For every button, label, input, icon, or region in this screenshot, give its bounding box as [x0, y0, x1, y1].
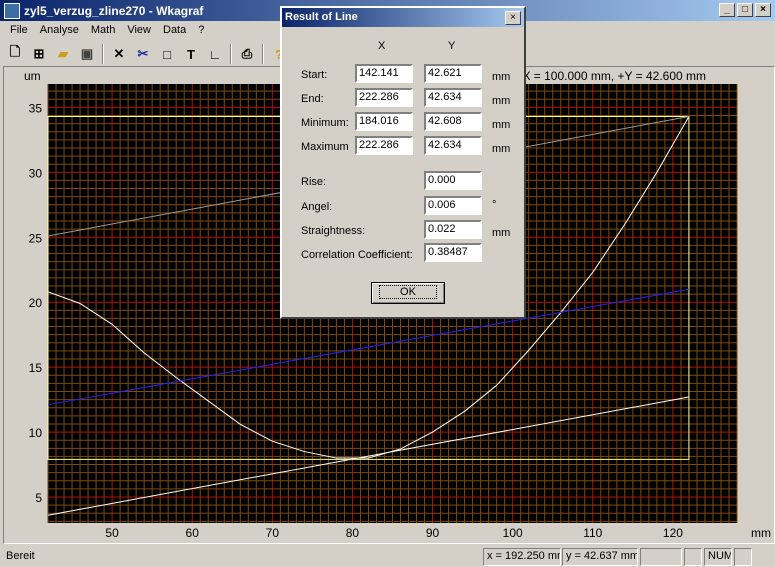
y-tick-label: 15 — [29, 361, 43, 375]
close-button[interactable]: × — [755, 3, 771, 17]
add-icon[interactable]: ⊞ — [28, 43, 50, 65]
status-pane — [734, 548, 752, 566]
toolbar-separator — [262, 44, 264, 64]
menu-bar: File Analyse Math View Data ? — [0, 22, 210, 40]
dialog-title: Result of Line — [282, 8, 524, 27]
ok-button[interactable]: OK — [371, 282, 445, 304]
row-label: Maximum — [301, 141, 349, 153]
menu-math[interactable]: Math — [85, 22, 121, 40]
correlation-field[interactable]: 0.38487 — [424, 243, 482, 262]
status-x: x = 192.250 mm — [483, 548, 561, 566]
status-text: Bereit — [6, 550, 35, 562]
y-tick-label: 35 — [29, 101, 43, 115]
x-tick-label: 80 — [346, 526, 360, 540]
x-tick-label: 110 — [583, 526, 602, 540]
unit-label: mm — [492, 143, 511, 155]
x-tick-label: 120 — [663, 526, 683, 540]
x-field[interactable]: 142.141 — [355, 64, 413, 83]
menu-view[interactable]: View — [121, 22, 157, 40]
status-pane — [684, 548, 702, 566]
status-pane — [640, 548, 682, 566]
y-field[interactable]: 42.608 — [424, 112, 482, 131]
print-icon[interactable]: ⎙ — [236, 43, 258, 65]
x-tick-label: 100 — [503, 526, 523, 540]
rise-field[interactable]: 0.000 — [424, 171, 482, 190]
row-label: Start: — [301, 69, 328, 81]
plot-info: +X = 100.000 mm, +Y = 42.600 mm — [515, 69, 706, 83]
menu-analyse[interactable]: Analyse — [34, 22, 85, 40]
new-icon[interactable]: 🗋 — [4, 43, 26, 65]
dialog-close-button[interactable]: × — [505, 11, 521, 25]
unit-label: mm — [492, 119, 511, 131]
open-icon[interactable]: ▰ — [52, 43, 74, 65]
column-x-header: X — [378, 40, 386, 52]
y-axis-label: um — [24, 69, 41, 83]
row-label: End: — [301, 93, 324, 105]
scissors-icon[interactable]: ✂ — [132, 43, 154, 65]
x-field[interactable]: 222.286 — [355, 136, 413, 155]
correlation-label: Correlation Coefficient: — [301, 249, 413, 261]
x-tick-label: 90 — [426, 526, 440, 540]
unit-label: mm — [492, 71, 511, 83]
app-icon — [4, 2, 20, 19]
row-label: Minimum: — [301, 117, 349, 129]
axis-icon[interactable]: ∟ — [204, 43, 226, 65]
toolbar-separator — [102, 44, 104, 64]
y-field[interactable]: 42.634 — [424, 88, 482, 107]
save-icon[interactable]: ▣ — [76, 43, 98, 65]
rectangle-icon[interactable]: □ — [156, 43, 178, 65]
menu-help[interactable]: ? — [192, 22, 210, 40]
maximize-button[interactable]: □ — [737, 3, 753, 17]
y-tick-label: 10 — [29, 426, 43, 440]
y-field[interactable]: 42.634 — [424, 136, 482, 155]
toolbar: 🗋 ⊞ ▰ ▣ ✕ ✂ □ T ∟ ⎙ ? — [4, 42, 290, 66]
angel-label: Angel: — [301, 201, 333, 213]
unit-label: mm — [492, 95, 511, 107]
y-tick-label: 20 — [29, 296, 43, 310]
y-tick-label: 5 — [35, 491, 42, 505]
menu-file[interactable]: File — [4, 22, 34, 40]
cut-line-icon[interactable]: ✕ — [108, 43, 130, 65]
straightness-label: Straightness: — [301, 225, 366, 237]
x-tick-label: 70 — [266, 526, 280, 540]
minimize-button[interactable]: _ — [719, 3, 735, 17]
y-tick-label: 25 — [29, 231, 43, 245]
straightness-field[interactable]: 0.022 — [424, 220, 482, 239]
degree-unit: ° — [492, 199, 497, 211]
ok-label: OK — [379, 285, 437, 299]
x-field[interactable]: 222.286 — [355, 88, 413, 107]
menu-data[interactable]: Data — [157, 22, 192, 40]
window-title: zyl5_verzug_zline270 - Wkagraf — [24, 3, 204, 18]
x-field[interactable]: 184.016 — [355, 112, 413, 131]
text-icon[interactable]: T — [180, 43, 202, 65]
status-bar: Bereit x = 192.250 mm y = 42.637 mm NUM — [0, 546, 775, 567]
status-num: NUM — [704, 548, 732, 566]
x-tick-label: 50 — [105, 526, 119, 540]
result-of-line-dialog: Result of Line × X Y Start: 142.141 42.6… — [280, 6, 526, 319]
x-axis-label: mm — [751, 526, 771, 540]
toolbar-separator — [230, 44, 232, 64]
y-field[interactable]: 42.621 — [424, 64, 482, 83]
y-tick-label: 30 — [29, 166, 43, 180]
x-tick-label: 60 — [186, 526, 200, 540]
status-y: y = 42.637 mm — [562, 548, 638, 566]
straightness-unit: mm — [492, 227, 511, 239]
rise-label: Rise: — [301, 176, 327, 188]
column-y-header: Y — [448, 40, 456, 52]
angel-field[interactable]: 0.006 — [424, 196, 482, 215]
